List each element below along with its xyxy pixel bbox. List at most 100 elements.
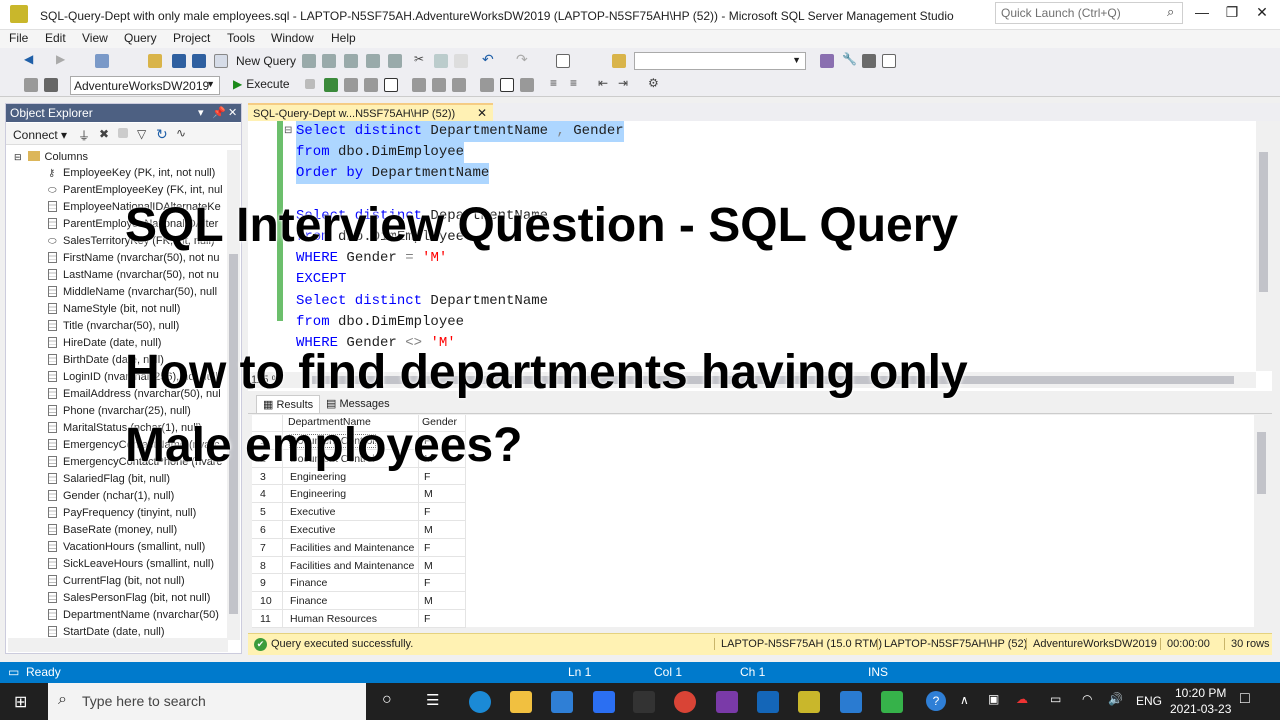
tree-column-item[interactable]: Title (nvarchar(50), null) [48,320,223,337]
cell-departmentname[interactable]: Facilities and Maintenance [290,560,414,572]
query-designer-icon[interactable] [364,78,378,92]
uncomment-icon[interactable]: ≡ [570,76,577,90]
undo-icon[interactable]: ↶ [482,51,494,68]
cell-gender[interactable]: F [424,542,430,554]
menu-edit[interactable]: Edit [45,31,66,45]
volume-icon[interactable]: 🔊 [1108,692,1123,706]
intellisense-icon[interactable] [384,78,398,92]
network-device-icon[interactable]: ▣ [988,692,999,706]
tree-column-item[interactable]: BaseRate (money, null) [48,524,223,541]
maximize-button[interactable]: ❐ [1217,4,1247,24]
plug-icon[interactable]: ⏚ [78,127,90,144]
stop-icon[interactable] [118,128,128,138]
tree-column-item[interactable]: NameStyle (bit, not null) [48,303,223,320]
close-tab-icon[interactable]: ✕ [477,106,487,120]
xmla-query-icon[interactable] [366,54,380,68]
table-row[interactable]: 8 Facilities and Maintenance M [252,557,466,575]
minimize-button[interactable]: — [1187,4,1217,24]
table-row[interactable]: 10 Finance M [252,592,466,610]
new-query-icon[interactable] [214,54,228,68]
search-icon[interactable]: ⌕ [1167,4,1174,20]
paint-icon[interactable] [716,691,738,713]
database-select[interactable]: AdventureWorksDW2019 ▼ [70,76,220,95]
cell-gender[interactable]: F [424,506,430,518]
tree-column-item[interactable]: CurrentFlag (bit, not null) [48,575,223,592]
solution-explorer-icon[interactable] [820,54,834,68]
tab-sql-query[interactable]: SQL-Query-Dept w...N5SF75AH\HP (52)) ✕ [248,103,493,122]
cell-departmentname[interactable]: Finance [290,577,327,589]
collapse-region-icon[interactable]: ⊟ [284,125,292,136]
clock-time[interactable]: 10:20 PM [1175,686,1226,700]
battery-icon[interactable]: ▭ [1050,692,1061,706]
code-line[interactable]: from dbo.DimEmployee [296,312,464,333]
find-combo[interactable]: ▼ [634,52,806,70]
client-stats-icon[interactable] [452,78,466,92]
tree-column-item[interactable]: VacationHours (smallint, null) [48,541,223,558]
menu-tools[interactable]: Tools [227,31,255,45]
collapse-icon[interactable]: ⊟ [14,152,22,162]
table-row[interactable]: 11 Human Resources F [252,610,466,628]
activity-icon[interactable]: ∿ [176,126,186,140]
help-icon[interactable]: ? [926,691,946,711]
pin-icon[interactable]: 📌 [212,106,226,119]
save-icon[interactable] [172,54,186,68]
results-to-grid-icon[interactable] [500,78,514,92]
live-stats-icon[interactable] [432,78,446,92]
tree-column-item[interactable]: SalesPersonFlag (bit, not null) [48,592,223,609]
menu-window[interactable]: Window [271,31,314,45]
table-row[interactable]: 9 Finance F [252,574,466,593]
decrease-indent-icon[interactable]: ⇤ [598,76,608,90]
cut-icon[interactable]: ✂ [414,52,424,66]
input-language[interactable]: ENG [1136,694,1162,708]
include-plan-icon[interactable] [412,78,426,92]
dax-query-icon[interactable] [388,54,402,68]
table-row[interactable]: 4 Engineering M [252,485,466,504]
paste-icon[interactable] [454,54,468,68]
cell-departmentname[interactable]: Executive [290,506,336,518]
taskbar-search-input[interactable]: ⌕ Type here to search [48,683,366,720]
filter-icon[interactable]: ▽ [137,127,146,141]
tree-column-item[interactable]: MiddleName (nvarchar(50), null [48,286,223,303]
cell-gender[interactable]: M [424,488,433,500]
results-to-text-icon[interactable] [480,78,494,92]
cell-departmentname[interactable]: Finance [290,595,327,607]
menu-project[interactable]: Project [173,31,210,45]
save-all-icon[interactable] [192,54,206,68]
cortana-icon[interactable]: ○ [382,691,392,709]
app-icon[interactable] [633,691,655,713]
connect-button[interactable]: Connect ▾ [13,128,67,142]
menu-file[interactable]: File [9,31,28,45]
toolbox-icon[interactable] [862,54,876,68]
comment-icon[interactable]: ≡ [550,76,557,90]
specify-values-icon[interactable]: ⚙ [648,76,659,90]
cell-departmentname[interactable]: Executive [290,524,336,536]
mail-icon[interactable] [551,691,573,713]
code-line[interactable]: Order by DepartmentName [296,163,490,185]
disconnect-icon[interactable]: ✖ [99,127,109,141]
ssms-taskbar-icon[interactable] [798,691,820,713]
tree-column-item[interactable]: FirstName (nvarchar(50), not nu [48,252,223,269]
cell-gender[interactable]: M [424,560,433,572]
tree-column-item[interactable]: SickLeaveHours (smallint, null) [48,558,223,575]
object-explorer-hscrollbar[interactable] [8,638,228,652]
close-button[interactable]: ✕ [1247,4,1277,24]
back-icon[interactable]: ◀ [24,52,33,66]
output-window-icon[interactable] [882,54,896,68]
tree-column-item[interactable]: Gender (nchar(1), null) [48,490,223,507]
code-line[interactable]: Select distinct DepartmentName [296,291,548,312]
tree-column-item[interactable]: LastName (nvarchar(50), not nu [48,269,223,286]
cell-gender[interactable]: M [424,524,433,536]
open-file-icon[interactable] [148,54,162,68]
edge-icon[interactable] [469,691,491,713]
redo-icon[interactable]: ↷ [516,51,528,68]
wifi-icon[interactable]: ◠ [1082,692,1092,706]
tree-column-item[interactable]: DepartmentName (nvarchar(50) [48,609,223,626]
activity-monitor-icon[interactable] [556,54,570,68]
menu-query[interactable]: Query [124,31,157,45]
dropdown-icon[interactable]: ▾ [198,106,204,119]
close-icon[interactable]: ✕ [228,106,237,119]
dmx-query-icon[interactable] [344,54,358,68]
code-line[interactable]: from dbo.DimEmployee [296,142,465,164]
tree-column-item[interactable]: SalariedFlag (bit, null) [48,473,223,490]
new-query-button[interactable]: New Query [236,54,296,68]
